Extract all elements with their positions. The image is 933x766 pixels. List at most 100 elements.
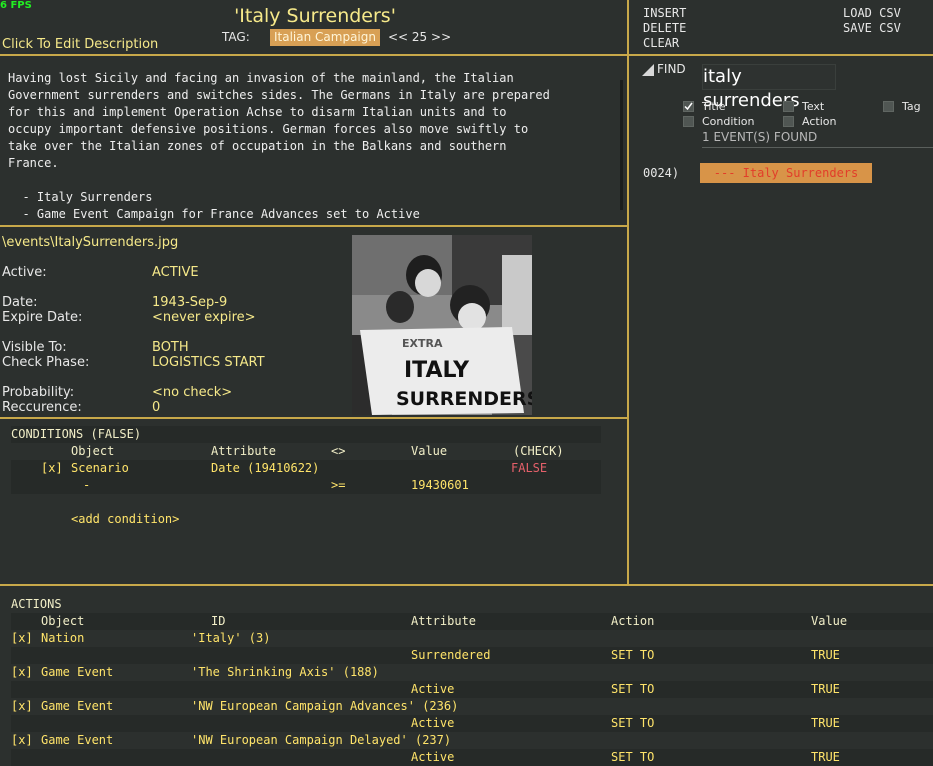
condition-object[interactable]: Scenario [71,460,129,477]
cond-header-op: <> [331,444,346,458]
action-attribute[interactable]: Surrendered [411,647,490,664]
title-checkbox[interactable] [683,101,694,112]
action-id[interactable]: 'The Shrinking Axis' (188) [191,664,379,681]
save-csv-button[interactable]: SAVE CSV [843,21,901,35]
action-row-detail[interactable]: Active SET TO TRUE [11,681,933,698]
edit-description-link[interactable]: Click To Edit Description [2,37,158,52]
action-verb[interactable]: SET TO [611,749,654,766]
cond-header-check: (CHECK) [513,444,564,458]
description-scrollbar[interactable] [620,80,623,210]
actions-header-row: Object ID Attribute Action Value [11,613,933,630]
spacer-row [11,494,601,511]
tag-chip[interactable]: Italian Campaign [270,29,380,46]
act-header-value: Value [811,614,848,628]
visible-value[interactable]: BOTH [152,340,189,355]
search-result-item[interactable]: --- Italy Surrenders [700,163,872,183]
actions-title-row: ACTIONS [11,596,933,613]
action-row-detail[interactable]: Active SET TO TRUE [11,715,933,732]
recurrence-value[interactable]: 0 [152,400,160,415]
load-csv-button[interactable]: LOAD CSV [843,6,901,20]
action-object[interactable]: Game Event [41,664,113,681]
action-id[interactable]: 'NW European Campaign Advances' (236) [191,698,458,715]
act-header-action: Action [611,614,655,628]
add-condition-button[interactable]: <add condition> [71,511,179,528]
action-value[interactable]: TRUE [811,749,840,766]
condition-row-detail[interactable]: - >= 19430601 [11,477,601,494]
action-checkbox[interactable]: [x] [11,630,33,647]
find-triangle-icon[interactable] [642,64,654,76]
active-label: Active: [2,265,47,280]
condition-check-result: FALSE [511,461,548,475]
act-header-attribute: Attribute [411,614,477,628]
cond-header-object: Object [71,444,115,458]
action-verb[interactable]: SET TO [611,681,654,698]
description-divider [0,225,627,227]
header-divider [0,54,627,56]
action-value[interactable]: TRUE [811,647,840,664]
expire-value[interactable]: <never expire> [152,310,256,325]
action-value[interactable]: TRUE [811,681,840,698]
probability-label: Probability: [2,385,75,400]
action-attribute[interactable]: Active [411,715,454,732]
recurrence-label: Reccurence: [2,400,82,415]
date-value[interactable]: 1943-Sep-9 [152,295,227,310]
action-row[interactable]: [x] Game Event 'NW European Campaign Del… [11,732,933,749]
action-verb[interactable]: SET TO [611,715,654,732]
conditions-title-row: CONDITIONS (FALSE) [11,426,601,443]
tag-checkbox[interactable] [883,101,894,112]
text-checkbox[interactable] [783,101,794,112]
action-row-detail[interactable]: Active SET TO TRUE [11,749,933,766]
action-row[interactable]: [x] Game Event 'NW European Campaign Adv… [11,698,933,715]
action-option-label: Action [802,115,837,128]
action-attribute[interactable]: Active [411,749,454,766]
found-count: 1 EVENT(S) FOUND [702,130,818,144]
event-navigator[interactable]: << 25 >> [388,30,451,44]
insert-button[interactable]: INSERT [643,6,686,20]
delete-button[interactable]: DELETE [643,21,686,35]
action-checkbox-filter[interactable] [783,116,794,127]
condition-attribute[interactable]: Date (19410622) [211,460,319,477]
probability-value[interactable]: <no check> [152,385,232,400]
event-description: Having lost Sicily and facing an invasio… [8,71,550,221]
newspaper-headline-2: SURRENDERS [396,388,532,410]
action-object[interactable]: Game Event [41,698,113,715]
newspaper-masthead: EXTRA [402,337,443,350]
title-option-label: Title [702,100,726,113]
condition-checkbox[interactable]: [x] [41,460,63,477]
clear-button[interactable]: CLEAR [643,36,679,50]
found-underline [702,147,933,148]
action-checkbox[interactable]: [x] [11,732,33,749]
find-search-input[interactable]: italy surrenders [702,64,836,111]
active-value[interactable]: ACTIVE [152,265,199,280]
action-verb[interactable]: SET TO [611,647,654,664]
action-row-detail[interactable]: Surrendered SET TO TRUE [11,647,933,664]
condition-value[interactable]: 19430601 [411,477,469,494]
fps-counter: 6 FPS [0,0,32,11]
event-photo: EXTRA ITALY SURRENDERS [352,235,532,415]
condition-option-label: Condition [702,115,755,128]
condition-checkbox-filter[interactable] [683,116,694,127]
action-checkbox[interactable]: [x] [11,664,33,681]
condition-row[interactable]: [x] Scenario Date (19410622) FALSE [11,460,601,477]
expire-label: Expire Date: [2,310,83,325]
cond-header-value: Value [411,444,448,458]
condition-operator[interactable]: >= [331,477,345,494]
conditions-table: CONDITIONS (FALSE) Object Attribute <> V… [11,426,601,528]
act-header-id: ID [211,614,226,628]
phase-label: Check Phase: [2,355,90,370]
action-id[interactable]: 'NW European Campaign Delayed' (237) [191,732,451,749]
action-object[interactable]: Game Event [41,732,113,749]
phase-value[interactable]: LOGISTICS START [152,355,265,370]
action-checkbox[interactable]: [x] [11,698,33,715]
conditions-title: CONDITIONS (FALSE) [11,427,142,441]
action-attribute[interactable]: Active [411,681,454,698]
action-id[interactable]: 'Italy' (3) [191,630,270,647]
action-row[interactable]: [x] Nation 'Italy' (3) [11,630,933,647]
right-header-divider [629,54,933,56]
action-object[interactable]: Nation [41,630,84,647]
find-label[interactable]: FIND [657,62,686,76]
action-value[interactable]: TRUE [811,715,840,732]
add-condition-row: <add condition> [11,511,601,528]
tag-label: TAG: [222,30,250,44]
action-row[interactable]: [x] Game Event 'The Shrinking Axis' (188… [11,664,933,681]
